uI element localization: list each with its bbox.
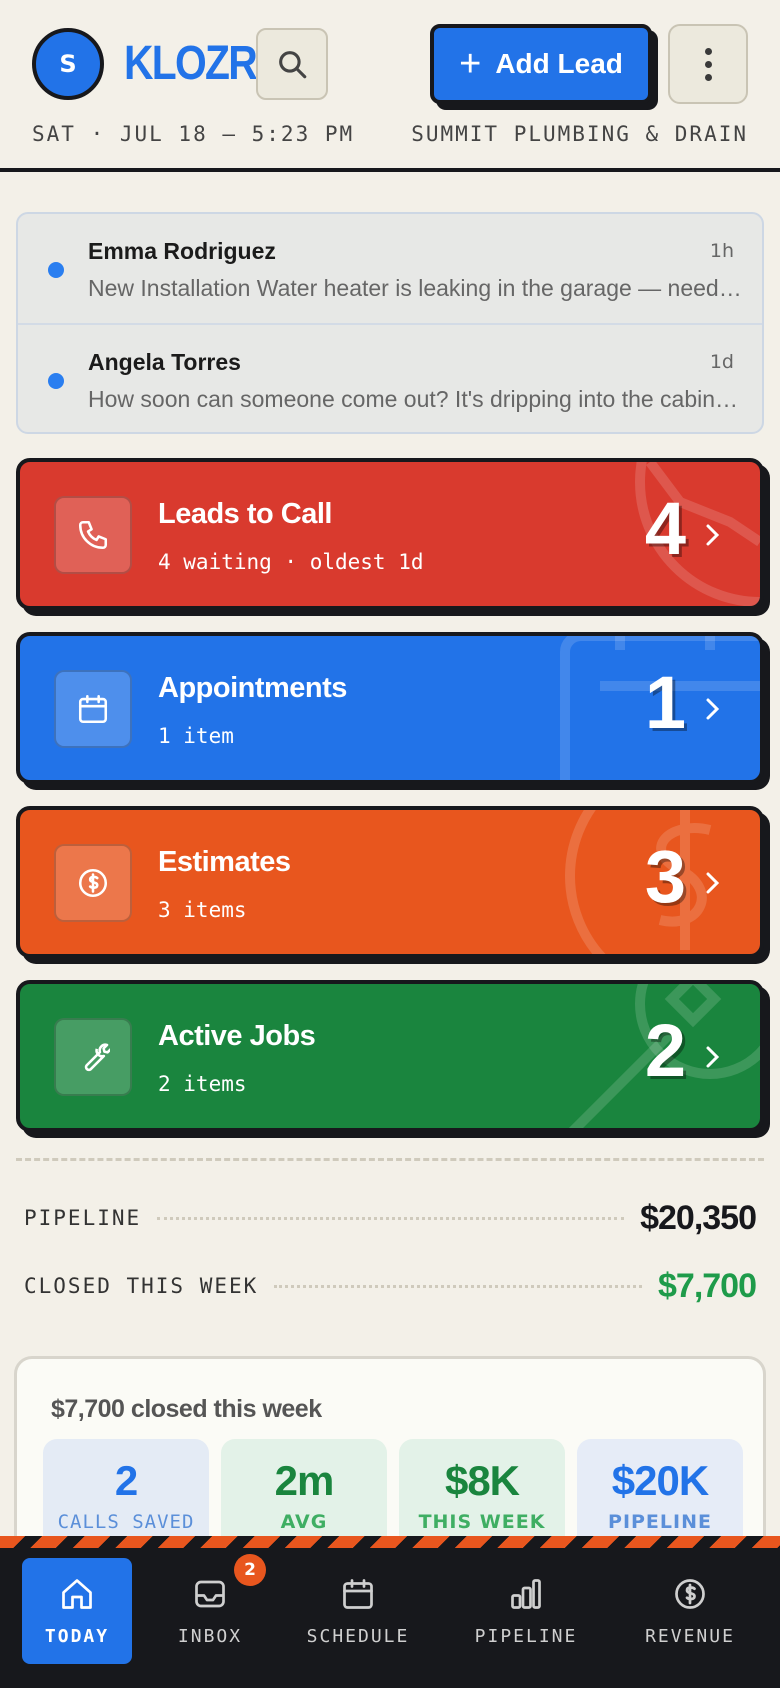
tile-value: 2m [274,1457,335,1504]
message-sender: Angela Torres [88,349,241,375]
calendar-icon [343,1578,373,1609]
wrench-icon [84,1043,110,1072]
message-item[interactable]: Emma Rodriguez 1h New Installation Water… [18,214,762,323]
unread-dot [48,262,64,278]
pipeline-label: PIPELINE [24,1206,142,1230]
nav-label: PIPELINE [474,1625,578,1647]
card-subtitle: 1 item [158,724,234,748]
tile-value: $8K [444,1457,520,1504]
card-subtitle: 3 items [158,898,247,922]
chevron-right-icon [706,1046,720,1068]
card-icon-box [54,670,132,748]
pipeline-stat: PIPELINE $20,350 [24,1196,757,1240]
dollar-icon [675,1578,705,1609]
tile-label: PIPELINE [608,1511,712,1533]
summary-heading: $7,700 closed this week [51,1395,322,1423]
card-icon-box [54,496,132,574]
add-lead-label: Add Lead [495,48,623,79]
search-icon [279,51,307,79]
date-time: SAT · JUL 18 — 5:23 PM [32,122,355,146]
nav-inbox[interactable]: 2 INBOX [158,1554,266,1664]
estimates-card[interactable]: Estimates 3 items 3 [16,806,764,958]
kebab-icon [704,47,712,81]
nav-label: SCHEDULE [306,1625,410,1647]
closed-this-week-stat: CLOSED THIS WEEK $7,700 [24,1264,757,1308]
nav-revenue[interactable]: REVENUE [630,1558,750,1664]
active-jobs-card[interactable]: Active Jobs 2 items 2 [16,980,764,1132]
tile-label: CALLS SAVED [57,1511,195,1533]
nav-label: TODAY [44,1625,110,1647]
message-preview: How soon can someone come out? It's drip… [88,386,748,412]
card-count: 3 [644,835,686,918]
calendar-icon [78,694,108,724]
search-button[interactable] [256,28,328,100]
app-header: S KLOZR + Add Lead SAT · JUL 18 — 5:23 P… [0,0,780,172]
recent-messages: Emma Rodriguez 1h New Installation Water… [16,212,764,434]
card-count: 2 [644,1009,686,1092]
pipeline-value: $20,350 [640,1198,757,1237]
chevron-right-icon [706,524,720,546]
closed-value: $7,700 [658,1266,757,1305]
plus-icon: + [459,43,482,85]
tile-label: THIS WEEK [418,1511,546,1533]
inbox-icon [195,1580,225,1607]
tile-value: 2 [114,1457,138,1504]
card-title: Active Jobs [158,1020,316,1052]
message-preview: New Installation Water heater is leaking… [88,275,748,301]
closed-label: CLOSED THIS WEEK [24,1274,259,1298]
nav-schedule[interactable]: SCHEDULE [298,1558,418,1664]
app-logo: KLOZR [124,37,258,90]
dotted-leader [274,1284,642,1288]
card-icon-box [54,844,132,922]
dotted-leader [157,1216,625,1220]
message-item[interactable]: Angela Torres 1d How soon can someone co… [18,323,762,432]
leads-to-call-card[interactable]: Leads to Call 4 waiting · oldest 1d 4 [16,458,764,610]
message-sender: Emma Rodriguez [88,238,276,264]
unread-dot [48,373,64,389]
phone-icon [78,520,108,550]
card-title: Estimates [158,846,291,878]
section-divider [16,1158,764,1161]
nav-label: REVENUE [645,1625,735,1647]
bar-chart-icon [511,1578,541,1609]
chevron-right-icon [706,698,720,720]
more-menu-button[interactable] [668,24,748,104]
message-time: 1d [709,351,734,373]
card-title: Appointments [158,672,347,704]
inbox-badge: 2 [234,1554,266,1586]
home-icon [62,1578,92,1609]
nav-today[interactable]: TODAY [22,1558,132,1664]
appointments-card[interactable]: Appointments 1 item 1 [16,632,764,784]
card-subtitle: 2 items [158,1072,247,1096]
chevron-right-icon [706,872,720,894]
avatar[interactable]: S [32,28,104,100]
nav-label: INBOX [177,1625,243,1647]
card-subtitle: 4 waiting · oldest 1d [158,550,424,574]
nav-pipeline[interactable]: PIPELINE [466,1558,586,1664]
tile-value: $20K [611,1457,709,1504]
bottom-nav: TODAY 2 INBOX SCHEDULE PIPELINE REVENUE [0,1536,780,1688]
company-name: SUMMIT PLUMBING & DRAIN [411,122,748,146]
message-time: 1h [709,240,734,262]
add-lead-button[interactable]: + Add Lead [430,24,652,104]
card-count: 4 [644,487,686,570]
dollar-icon [78,868,108,898]
hazard-stripe [0,1536,780,1548]
card-icon-box [54,1018,132,1096]
card-count: 1 [644,661,686,744]
card-title: Leads to Call [158,498,333,530]
